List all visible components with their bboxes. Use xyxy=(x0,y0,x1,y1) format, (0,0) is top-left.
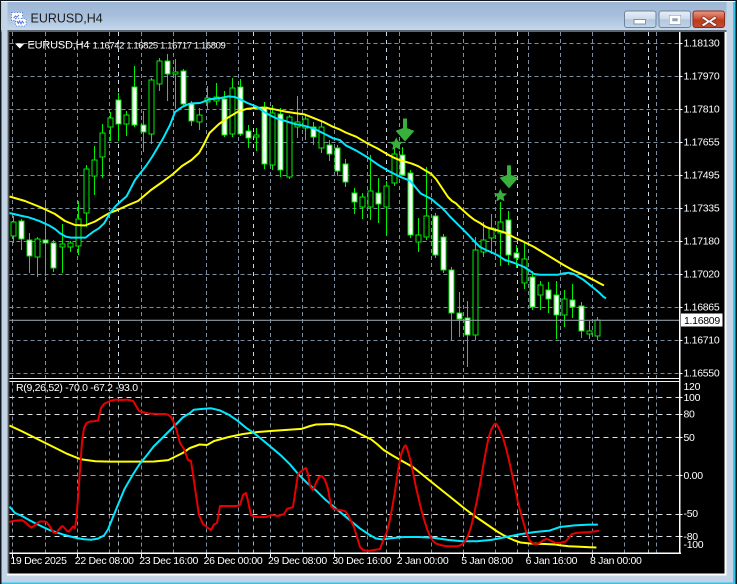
svg-text:1.16809: 1.16809 xyxy=(684,315,720,327)
svg-text:50: 50 xyxy=(684,432,696,444)
svg-text:23 Dec 16:00: 23 Dec 16:00 xyxy=(139,555,198,567)
svg-text:-100: -100 xyxy=(684,539,704,551)
svg-text:EURUSD,H4: EURUSD,H4 xyxy=(31,12,103,26)
svg-text:19 Dec 2025: 19 Dec 2025 xyxy=(10,555,67,567)
svg-text:22 Dec 08:00: 22 Dec 08:00 xyxy=(75,555,134,567)
svg-text:R(9,26,52) -70.0 -67.2 -93.0: R(9,26,52) -70.0 -67.2 -93.0 xyxy=(16,382,138,394)
svg-text:0.00: 0.00 xyxy=(684,470,704,482)
svg-text:1.17655: 1.17655 xyxy=(684,137,720,149)
svg-text:1.17810: 1.17810 xyxy=(684,104,720,116)
svg-text:-50: -50 xyxy=(684,508,699,520)
svg-text:1.17495: 1.17495 xyxy=(684,170,720,182)
svg-text:6 Jan 16:00: 6 Jan 16:00 xyxy=(526,555,578,567)
svg-text:1.18130: 1.18130 xyxy=(684,38,720,50)
svg-text:26 Dec 00:00: 26 Dec 00:00 xyxy=(204,555,263,567)
svg-text:1.17180: 1.17180 xyxy=(684,236,720,248)
svg-text:1.17020: 1.17020 xyxy=(684,269,720,281)
svg-text:1.16742 1.16825 1.16717 1.1680: 1.16742 1.16825 1.16717 1.16809 xyxy=(93,41,226,52)
svg-text:30 Dec 16:00: 30 Dec 16:00 xyxy=(332,555,391,567)
svg-text:5 Jan 08:00: 5 Jan 08:00 xyxy=(461,555,513,567)
svg-text:29 Dec 08:00: 29 Dec 08:00 xyxy=(268,555,327,567)
svg-text:1.16550: 1.16550 xyxy=(684,368,720,380)
svg-text:2 Jan 00:00: 2 Jan 00:00 xyxy=(397,555,449,567)
svg-text:1.16865: 1.16865 xyxy=(684,302,720,314)
svg-text:1.17335: 1.17335 xyxy=(684,203,720,215)
svg-text:1.17970: 1.17970 xyxy=(684,71,720,83)
svg-text:8 Jan 00:00: 8 Jan 00:00 xyxy=(590,555,642,567)
svg-text:EURUSD,H4: EURUSD,H4 xyxy=(28,40,90,52)
svg-text:80: 80 xyxy=(684,409,696,421)
svg-text:100: 100 xyxy=(684,392,701,404)
svg-text:1.16710: 1.16710 xyxy=(684,335,720,347)
